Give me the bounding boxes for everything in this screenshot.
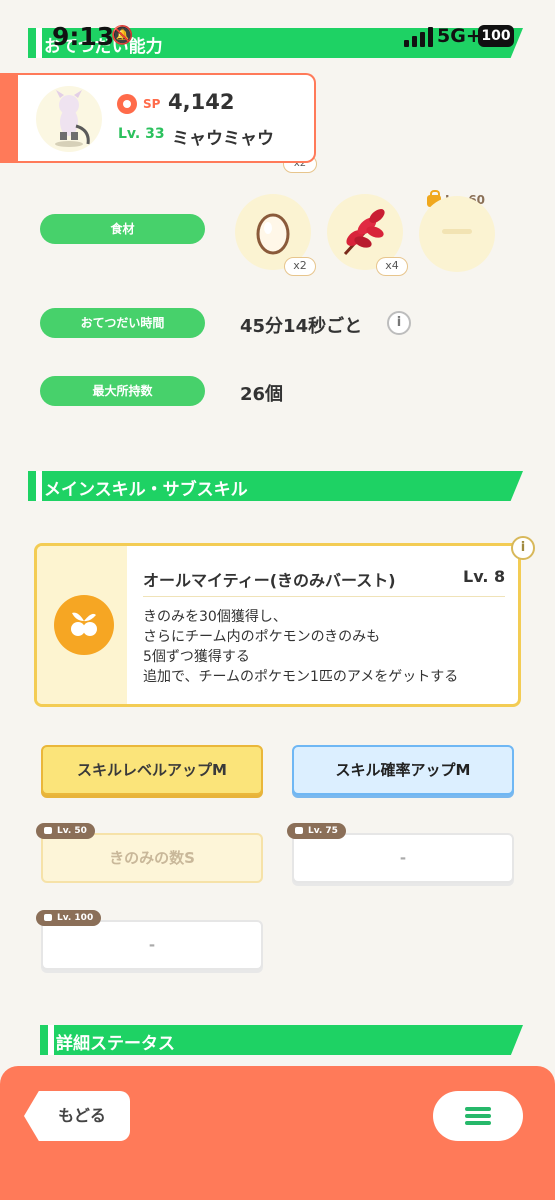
status-time: 9:13 [52,22,115,51]
empty-slot-dash [442,229,472,234]
pokemon-level: Lv. 33 [118,126,165,142]
ingredient-slot-locked [419,196,495,272]
skill-icon-panel [37,546,127,704]
status-bar: 9:13 🔕 5G+ 100 [0,0,555,62]
lock-icon [44,914,52,921]
ingredients-label: 食材 [40,214,205,244]
info-icon[interactable]: i [511,536,535,560]
card-accent [0,75,18,161]
battery-icon: 100 [478,25,514,47]
sub-skill-2[interactable]: スキル確率アップM [292,745,514,795]
info-icon[interactable]: i [387,311,411,335]
description-line: さらにチーム内のポケモンのきのみも [143,629,381,645]
pokemon-avatar [36,86,102,152]
main-skill-level: Lv. 8 [463,567,506,586]
section-header-skills: メインスキル・サブスキル [28,471,523,501]
sp-label: SP [143,97,161,111]
sub-skill-1[interactable]: スキルレベルアップM [41,745,263,795]
lock-icon [295,827,303,834]
section-title: メインスキル・サブスキル [44,480,248,500]
section-title: 詳細ステータス [56,1034,175,1054]
section-header-details: 詳細ステータス [40,1025,523,1055]
sub-skill-unlock-tag: Lv. 100 [36,910,102,926]
ingredient-count: x2 [284,257,316,276]
help-time-value: 45分14秒ごと [240,316,363,337]
pokemon-summary-card[interactable]: SP 4,142 Lv. 33 ミャウミャウ [0,73,316,163]
main-skill-description: きのみを30個獲得し、 さらにチーム内のポケモンのきのみも 5個ずつ獲得する 追… [143,607,458,687]
main-skill-card[interactable]: オールマイティー(きのみバースト) Lv. 8 きのみを30個獲得し、 さらにチ… [34,536,535,707]
berry-burst-icon [54,595,114,655]
mute-icon: 🔕 [111,25,134,46]
max-carry-label: 最大所持数 [40,376,205,406]
back-button[interactable]: もどる [24,1091,130,1141]
menu-button[interactable] [433,1091,523,1141]
sp-value: 4,142 [168,90,235,114]
signal-icon [404,27,433,47]
sp-icon [117,94,137,114]
mew-icon [55,90,90,147]
description-line: 追加で、チームのポケモン1匹のアメをゲットする [143,669,459,685]
description-line: 5個ずつ獲得する [143,649,250,665]
pokemon-name: ミャウミャウ [172,129,274,149]
network-type: 5G+ [437,25,482,47]
sub-skill-unlock-tag: Lv. 75 [287,823,346,839]
help-time-label: おてつだい時間 [40,308,205,338]
ingredient-count: x4 [376,257,408,276]
sub-skill-5[interactable]: - [41,920,263,970]
main-skill-name: オールマイティー(きのみバースト) [143,571,396,590]
description-line: きのみを30個獲得し、 [143,609,287,625]
hamburger-icon [465,1107,491,1111]
sub-skill-unlock-tag: Lv. 50 [36,823,95,839]
divider [143,596,505,597]
sub-skill-4[interactable]: - [292,833,514,883]
max-carry-value: 26個 [240,384,284,405]
sub-skill-3[interactable]: きのみの数S [41,833,263,883]
lock-icon [44,827,52,834]
